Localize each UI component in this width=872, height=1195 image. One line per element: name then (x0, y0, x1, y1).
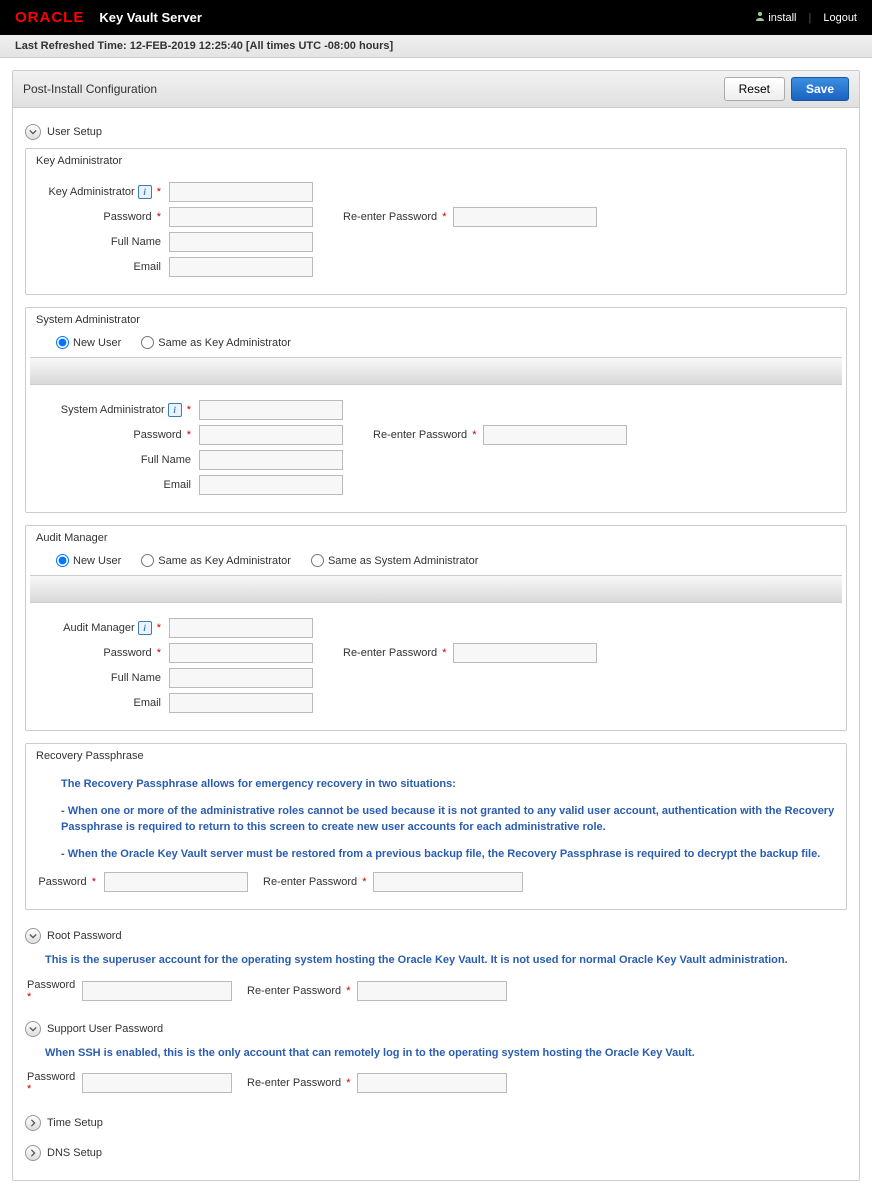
key-admin-label: Key Administratori * (36, 185, 169, 199)
root-password-title: Root Password (47, 930, 122, 942)
sys-admin-fullname-label: Full Name (36, 454, 199, 466)
sys-admin-password-label: Password * (36, 429, 199, 441)
support-desc: When SSH is enabled, this is the only ac… (45, 1045, 847, 1062)
chevron-right-icon (25, 1115, 41, 1131)
audit-radio-new[interactable]: New User (56, 554, 121, 567)
key-admin-reenter-label: Re-enter Password * (343, 211, 447, 223)
recovery-desc3: - When the Oracle Key Vault server must … (61, 846, 836, 863)
chevron-down-icon (25, 124, 41, 140)
recovery-password-input[interactable] (104, 872, 248, 892)
dns-setup-toggle[interactable]: DNS Setup (25, 1145, 847, 1161)
key-admin-password-input[interactable] (169, 207, 313, 227)
time-setup-toggle[interactable]: Time Setup (25, 1115, 847, 1131)
key-admin-fullname-input[interactable] (169, 232, 313, 252)
audit-input[interactable] (169, 618, 313, 638)
brand-oracle: ORACLE (15, 9, 84, 26)
gradient-strip (30, 575, 842, 603)
audit-fullname-input[interactable] (169, 668, 313, 688)
sys-admin-email-input[interactable] (199, 475, 343, 495)
logout-link[interactable]: Logout (823, 12, 857, 24)
sys-admin-label: System Administratori * (36, 403, 199, 417)
audit-reenter-label: Re-enter Password * (343, 647, 447, 659)
recovery-reenter-input[interactable] (373, 872, 523, 892)
audit-password-input[interactable] (169, 643, 313, 663)
separator: | (808, 12, 811, 24)
support-user-title: Support User Password (47, 1023, 163, 1035)
sys-admin-box: System Administrator New User Same as Ke… (25, 307, 847, 513)
panel-title: Post-Install Configuration (23, 82, 718, 96)
save-button[interactable]: Save (791, 77, 849, 101)
time-setup-title: Time Setup (47, 1117, 103, 1129)
root-password-toggle[interactable]: Root Password (25, 928, 847, 944)
key-admin-email-label: Email (36, 261, 169, 273)
recovery-password-label: Password * (36, 876, 104, 888)
audit-password-label: Password * (36, 647, 169, 659)
support-password-input[interactable] (82, 1073, 232, 1093)
chevron-right-icon (25, 1145, 41, 1161)
audit-label: Audit Manageri * (36, 621, 169, 635)
recovery-desc1: The Recovery Passphrase allows for emerg… (61, 776, 836, 793)
sys-admin-email-label: Email (36, 479, 199, 491)
sys-admin-reenter-label: Re-enter Password * (373, 429, 477, 441)
info-icon[interactable]: i (168, 403, 182, 417)
audit-email-label: Email (36, 697, 169, 709)
brand-product: Key Vault Server (99, 10, 202, 25)
root-password-label: Password * (25, 979, 82, 1003)
key-admin-input[interactable] (169, 182, 313, 202)
support-user-toggle[interactable]: Support User Password (25, 1021, 847, 1037)
info-icon[interactable]: i (138, 621, 152, 635)
user-setup-toggle[interactable]: User Setup (25, 124, 847, 140)
user-icon (755, 11, 765, 24)
audit-radio-same-key[interactable]: Same as Key Administrator (141, 554, 291, 567)
sys-admin-title: System Administrator (26, 308, 846, 332)
root-password-input[interactable] (82, 981, 232, 1001)
dns-setup-title: DNS Setup (47, 1147, 102, 1159)
support-password-label: Password * (25, 1071, 82, 1095)
key-admin-box: Key Administrator Key Administratori * P… (25, 148, 847, 295)
sys-admin-radio-same-key[interactable]: Same as Key Administrator (141, 336, 291, 349)
recovery-desc2: - When one or more of the administrative… (61, 803, 836, 836)
key-admin-title: Key Administrator (26, 149, 846, 173)
reset-button[interactable]: Reset (724, 77, 785, 101)
key-admin-reenter-input[interactable] (453, 207, 597, 227)
user-link[interactable]: install (755, 11, 796, 24)
main-panel: Post-Install Configuration Reset Save Us… (12, 70, 860, 1181)
sys-admin-reenter-input[interactable] (483, 425, 627, 445)
support-reenter-label: Re-enter Password * (247, 1077, 351, 1089)
recovery-box: Recovery Passphrase The Recovery Passphr… (25, 743, 847, 910)
audit-fullname-label: Full Name (36, 672, 169, 684)
user-setup-title: User Setup (47, 126, 102, 138)
key-admin-fullname-label: Full Name (36, 236, 169, 248)
sys-admin-input[interactable] (199, 400, 343, 420)
info-icon[interactable]: i (138, 185, 152, 199)
audit-email-input[interactable] (169, 693, 313, 713)
key-admin-password-label: Password * (36, 211, 169, 223)
gradient-strip (30, 357, 842, 385)
refresh-bar: Last Refreshed Time: 12-FEB-2019 12:25:4… (0, 35, 872, 58)
recovery-title: Recovery Passphrase (26, 744, 846, 768)
sys-admin-password-input[interactable] (199, 425, 343, 445)
root-desc: This is the superuser account for the op… (45, 952, 847, 969)
sys-admin-radio-new[interactable]: New User (56, 336, 121, 349)
audit-box: Audit Manager New User Same as Key Admin… (25, 525, 847, 731)
topbar: ORACLE Key Vault Server install | Logout (0, 0, 872, 35)
sys-admin-fullname-input[interactable] (199, 450, 343, 470)
audit-radio-same-sys[interactable]: Same as System Administrator (311, 554, 478, 567)
chevron-down-icon (25, 1021, 41, 1037)
audit-reenter-input[interactable] (453, 643, 597, 663)
chevron-down-icon (25, 928, 41, 944)
audit-title: Audit Manager (26, 526, 846, 550)
root-reenter-input[interactable] (357, 981, 507, 1001)
support-reenter-input[interactable] (357, 1073, 507, 1093)
recovery-reenter-label: Re-enter Password * (263, 876, 367, 888)
root-reenter-label: Re-enter Password * (247, 985, 351, 997)
key-admin-email-input[interactable] (169, 257, 313, 277)
